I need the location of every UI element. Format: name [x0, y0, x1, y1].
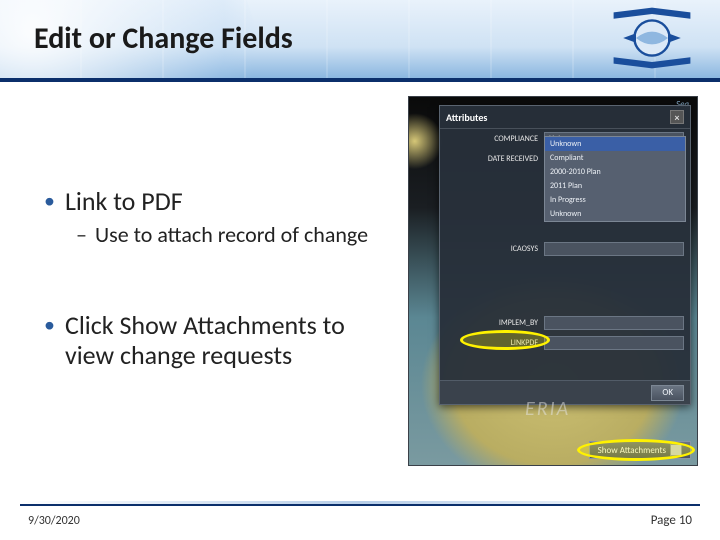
- close-icon[interactable]: ×: [670, 110, 684, 124]
- dropdown-option[interactable]: 2000-2010 Plan: [545, 165, 685, 179]
- ok-button[interactable]: OK: [651, 385, 684, 401]
- dropdown-option[interactable]: Unknown: [545, 137, 685, 151]
- screenshot-panel: Sea Attributes × COMPLIANCE Unknown DATE…: [408, 96, 698, 466]
- implem-by-input[interactable]: [544, 316, 684, 330]
- field-label: ICAOSYS: [446, 244, 538, 254]
- page-title: Edit or Change Fields: [34, 20, 293, 57]
- highlight-show-attachments-icon: [577, 439, 695, 461]
- dropdown-option[interactable]: In Progress: [545, 193, 685, 207]
- bullet-dot-icon: •: [44, 186, 55, 216]
- icaosys-input[interactable]: [544, 242, 684, 256]
- dropdown-option[interactable]: Compliant: [545, 151, 685, 165]
- linkpdf-input[interactable]: [544, 336, 684, 350]
- footer-divider: [20, 504, 700, 506]
- subbullet-text: Use to attach record of change: [95, 222, 368, 248]
- dropdown-option[interactable]: Unknown: [545, 207, 685, 221]
- bullet-link-to-pdf: • Link to PDF: [44, 186, 384, 216]
- dialog-title: Attributes: [446, 111, 487, 124]
- org-logo: [612, 6, 692, 70]
- bullet-text: Link to PDF: [65, 186, 183, 216]
- dropdown-option[interactable]: 2011 Plan: [545, 179, 685, 193]
- footer-date: 9/30/2020: [28, 514, 80, 528]
- field-label: COMPLIANCE: [446, 134, 538, 144]
- header-divider: [0, 78, 720, 82]
- subbullet-attach-record: – Use to attach record of change: [76, 222, 384, 248]
- compliance-dropdown[interactable]: Unknown Compliant 2000-2010 Plan 2011 Pl…: [544, 136, 686, 222]
- bullet-text: Click Show Attachments to view change re…: [65, 310, 365, 370]
- field-label: DATE RECEIVED: [446, 154, 538, 164]
- attributes-dialog: Attributes × COMPLIANCE Unknown DATE REC…: [439, 105, 691, 405]
- bullet-show-attachments: • Click Show Attachments to view change …: [44, 310, 384, 370]
- footer-page: Page 10: [651, 513, 692, 528]
- field-row-implem-by: IMPLEM_BY: [440, 313, 690, 333]
- field-row-icaosys: ICAOSYS: [440, 239, 690, 259]
- dialog-titlebar: Attributes ×: [440, 106, 690, 129]
- highlight-linkpdf-icon: [460, 330, 550, 350]
- field-label: IMPLEM_BY: [446, 318, 538, 328]
- bullet-dot-icon: •: [44, 310, 55, 340]
- map-country-label: ERIA: [525, 397, 570, 421]
- body-content: • Link to PDF – Use to attach record of …: [44, 130, 384, 370]
- bullet-dash-icon: –: [76, 222, 87, 248]
